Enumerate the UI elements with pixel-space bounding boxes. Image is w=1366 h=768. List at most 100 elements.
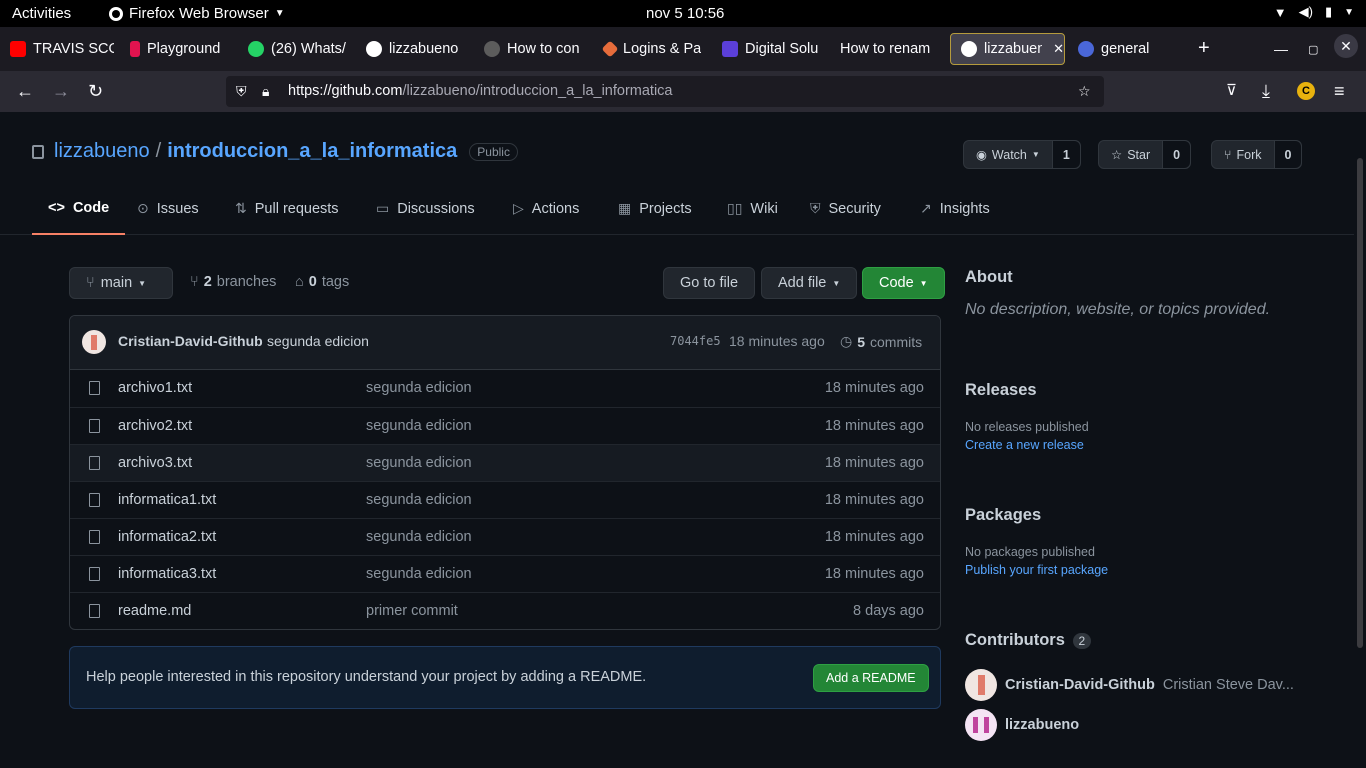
close-tab-icon[interactable]: ✕: [1053, 41, 1064, 57]
create-release-link[interactable]: Create a new release: [965, 438, 1285, 452]
back-icon[interactable]: ←: [16, 81, 34, 101]
packages-title[interactable]: Packages: [965, 506, 1285, 525]
file-commit-time: 18 minutes ago: [824, 380, 924, 396]
file-commit-message[interactable]: segunda edicion: [366, 380, 472, 396]
tab-insights[interactable]: ↗ Insights: [920, 182, 990, 235]
file-name-link[interactable]: archivo3.txt: [118, 455, 192, 471]
fork-button[interactable]: ⑂ Fork 0: [1211, 140, 1303, 169]
avatar[interactable]: [82, 330, 106, 354]
file-commit-message[interactable]: segunda edicion: [366, 455, 472, 471]
file-commit-message[interactable]: segunda edicion: [366, 492, 472, 508]
maximize-icon[interactable]: ▢: [1308, 43, 1318, 56]
scrollbar-thumb[interactable]: [1357, 158, 1363, 648]
browser-tab[interactable]: How to renam: [830, 33, 944, 65]
tab-code[interactable]: <> Code: [32, 182, 126, 235]
code-button[interactable]: Code ▼: [862, 267, 945, 299]
file-row[interactable]: informatica3.txt segunda edicion 18 minute…: [70, 555, 940, 592]
tags-link[interactable]: ⌂ 0 tags: [295, 274, 349, 290]
pocket-icon[interactable]: ⊽: [1226, 81, 1237, 101]
activities-button[interactable]: Activities: [12, 5, 71, 22]
file-name-link[interactable]: archivo2.txt: [118, 418, 192, 434]
file-row[interactable]: archivo3.txt segunda edicion 18 minutes ag…: [70, 444, 940, 481]
browser-tab-active[interactable]: lizzabueno ✕: [950, 33, 1065, 65]
file-row[interactable]: informatica2.txt segunda edicion 18 minute…: [70, 518, 940, 555]
file-commit-message[interactable]: primer commit: [366, 603, 458, 619]
clock[interactable]: nov 5 10:56: [646, 5, 724, 22]
releases-title[interactable]: Releases: [965, 381, 1285, 400]
browser-tab[interactable]: Playground: [120, 33, 234, 65]
repo-name-link[interactable]: introduccion_a_la_informatica: [167, 140, 457, 163]
star-button[interactable]: ☆ Star 0: [1098, 140, 1192, 169]
tab-pull-requests[interactable]: ⇅ Pull requests: [235, 182, 339, 235]
watch-button[interactable]: ◉ Watch ▼ 1: [963, 140, 1081, 169]
url-bar[interactable]: ⛨ 🔒︎ https://github.com/lizzabueno/intro…: [226, 76, 1104, 107]
browser-tab[interactable]: How to con: [474, 33, 588, 65]
branches-link[interactable]: ⑂ 2 branches: [190, 274, 276, 290]
firefox-icon: [109, 6, 123, 21]
add-file-button[interactable]: Add file ▼: [761, 267, 858, 299]
lock-icon[interactable]: 🔒︎: [262, 83, 269, 100]
close-window-icon[interactable]: ✕: [1334, 34, 1358, 58]
file-name-link[interactable]: informatica1.txt: [118, 492, 216, 508]
downloads-icon[interactable]: ⤓: [1262, 81, 1270, 101]
reload-icon[interactable]: ↻: [88, 81, 103, 101]
branch-name: main: [100, 275, 133, 291]
contributor-item[interactable]: Cristian-David-Github Cristian Steve Dav…: [965, 669, 1294, 701]
watch-count[interactable]: 1: [1052, 141, 1080, 168]
repo-owner-link[interactable]: lizzabueno: [54, 140, 150, 163]
system-tray[interactable]: ▼ ◀) ▮ ▼: [1274, 4, 1354, 20]
tab-security[interactable]: ⛨ Security: [810, 182, 881, 235]
tab-projects[interactable]: ▦ Projects: [618, 182, 692, 235]
add-readme-button[interactable]: Add a README: [813, 664, 929, 692]
contributor-name: Cristian Steve Dav...: [1162, 677, 1294, 693]
browser-tab[interactable]: lizzabueno: [356, 33, 470, 65]
file-commit-message[interactable]: segunda edicion: [366, 529, 472, 545]
profile-avatar[interactable]: C: [1297, 82, 1315, 100]
file-name-link[interactable]: archivo1.txt: [118, 380, 192, 396]
page-scrollbar[interactable]: [1354, 112, 1366, 768]
file-name-link[interactable]: readme.md: [118, 603, 191, 619]
tab-wiki[interactable]: ▯▯ Wiki: [727, 182, 778, 235]
file-row[interactable]: informatica1.txt segunda edicion 18 minute…: [70, 481, 940, 518]
fork-count[interactable]: 0: [1274, 141, 1302, 168]
file-commit-message[interactable]: segunda edicion: [366, 566, 472, 582]
add-file-label: Add file: [778, 275, 827, 291]
branch-select[interactable]: ⑂ main ▼: [69, 267, 173, 299]
commits-link[interactable]: ◷ 5 commits: [840, 333, 922, 350]
file-list: archivo1.txt segunda edicion 18 minutes ag…: [70, 370, 940, 629]
file-row[interactable]: readme.md primer commit 8 days ago: [70, 592, 940, 629]
forward-icon[interactable]: →: [52, 81, 70, 101]
shield-icon[interactable]: ⛨: [236, 83, 247, 100]
bookmark-star-icon[interactable]: ☆: [1078, 83, 1091, 100]
publish-package-link[interactable]: Publish your first package: [965, 563, 1285, 577]
tab-actions[interactable]: ▷ Actions: [513, 182, 579, 235]
browser-tab[interactable]: general: [1068, 33, 1182, 65]
commit-time[interactable]: 18 minutes ago: [729, 333, 825, 349]
browser-tab[interactable]: TRAVIS SCO: [0, 33, 114, 65]
new-tab-button[interactable]: +: [1198, 37, 1210, 60]
readme-prompt: Help people interested in this repositor…: [69, 646, 941, 709]
contributor-item[interactable]: lizzabueno: [965, 709, 1079, 741]
file-row[interactable]: archivo1.txt segunda edicion 18 minutes ag…: [70, 370, 940, 407]
contributors-title[interactable]: Contributors 2: [965, 631, 1285, 650]
tab-label: Projects: [639, 200, 692, 217]
app-menu[interactable]: Firefox Web Browser ▼: [109, 5, 285, 22]
file-name-link[interactable]: informatica2.txt: [118, 529, 216, 545]
file-name-link[interactable]: informatica3.txt: [118, 566, 216, 582]
file-commit-message[interactable]: segunda edicion: [366, 418, 472, 434]
browser-tab[interactable]: (26) Whats/: [238, 33, 352, 65]
browser-tab[interactable]: Digital Solu: [712, 33, 826, 65]
tab-label: Playground: [147, 41, 221, 57]
menu-icon[interactable]: ≡: [1334, 81, 1345, 101]
commit-message[interactable]: segunda edicion: [267, 333, 369, 349]
tab-issues[interactable]: ⊙ Issues: [137, 182, 199, 235]
commit-author[interactable]: Cristian-David-Github: [118, 333, 263, 349]
file-row[interactable]: archivo2.txt segunda edicion 18 minutes ag…: [70, 407, 940, 444]
commit-sha[interactable]: 7044fe5: [670, 334, 721, 348]
minimize-icon[interactable]: —: [1274, 41, 1288, 57]
tab-discussions[interactable]: ▭ Discussions: [376, 182, 475, 235]
url-text[interactable]: https://github.com/lizzabueno/introducci…: [288, 83, 672, 99]
browser-tab[interactable]: Logins & Pa: [594, 33, 708, 65]
go-to-file-button[interactable]: Go to file: [663, 267, 756, 299]
star-count[interactable]: 0: [1163, 141, 1191, 168]
